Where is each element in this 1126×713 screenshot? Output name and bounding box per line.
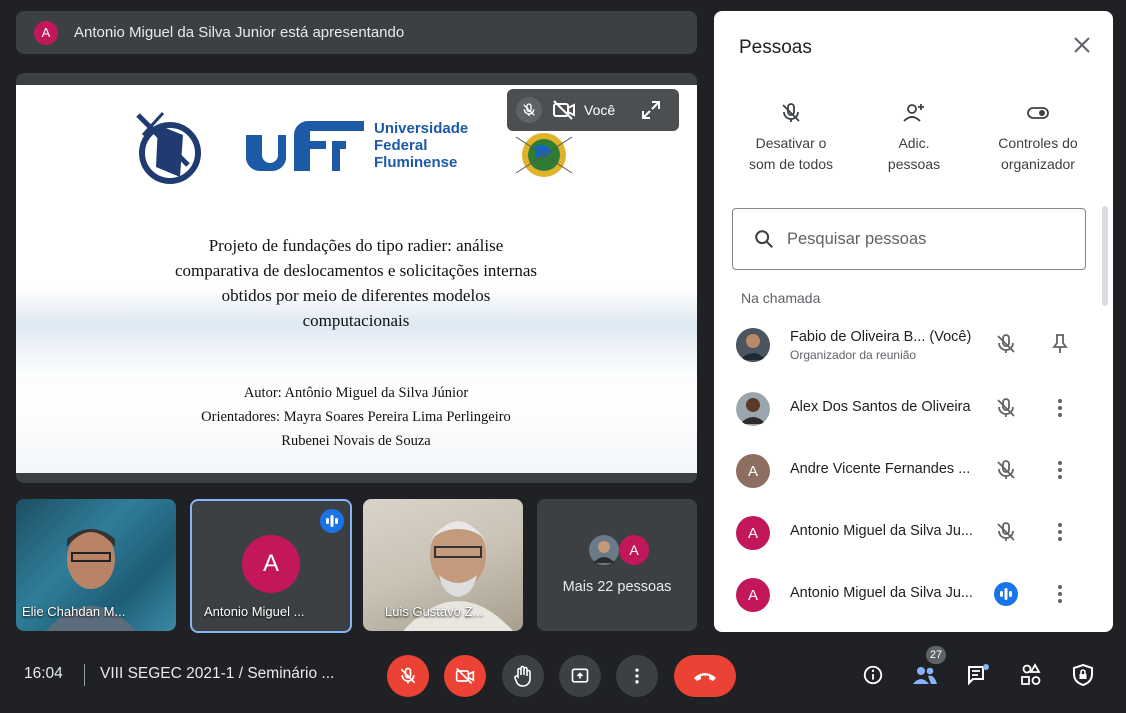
slide-advisors: Orientadores: Mayra Soares Pereira Lima … [201,409,511,425]
participant-avatar: A [736,516,770,550]
slide-author: Autor: Antônio Miguel da Silva Júnior [243,385,469,401]
search-input[interactable] [785,228,1069,250]
mic-off-icon[interactable] [994,332,1018,356]
search-icon [755,230,773,248]
presentation-area: Universidade Federal Fluminense Projeto … [16,73,697,483]
clock: 16:04 [24,665,63,682]
people-button[interactable] [912,662,938,688]
uff-mark-icon [246,120,364,171]
people-icon [913,667,937,684]
mic-toggle-button[interactable] [387,655,429,697]
close-icon[interactable] [1070,33,1094,57]
camera-off-icon [455,667,475,685]
more-vert-icon[interactable] [1048,582,1072,606]
people-count-badge: 27 [926,646,946,664]
add-person-icon [903,104,924,122]
slide-title: Projeto de fundações do tipo radier: aná… [174,236,538,330]
participant-avatar: A [242,535,300,593]
speaking-indicator-icon[interactable] [994,582,1018,606]
mic-off-icon[interactable] [994,458,1018,482]
add-people-button[interactable]: Adic. pessoas [854,101,974,175]
participant-name: Antonio Miguel da Silva Ju... [790,585,973,601]
participant-name: Andre Vicente Fernandes ... [790,461,971,477]
host-controls-icon-button[interactable] [1070,662,1096,688]
participant-avatar: A [736,454,770,488]
uff-logo: Universidade Federal Fluminense [246,120,468,171]
more-vert-icon[interactable] [1048,458,1072,482]
participant-photo [589,535,619,565]
participant-row[interactable]: Fabio de Oliveira B... (Você) Organizado… [714,313,1099,375]
meeting-details-button[interactable] [860,662,886,688]
panel-scrollbar[interactable] [1102,206,1108,306]
mic-off-icon [516,97,542,123]
hang-up-icon [694,673,716,681]
department-logo [128,105,216,187]
participant-tile[interactable]: Luis Gustavo Z... [363,499,523,631]
participant-avatar: A [619,535,649,565]
participant-tile-active[interactable]: A Antonio Miguel ... [190,499,352,633]
more-options-button[interactable] [616,655,658,697]
participant-name: Antonio Miguel ... [204,604,305,619]
mic-off-icon [782,103,800,122]
presenter-avatar: A [34,20,58,45]
camera-off-icon [553,100,575,120]
self-view-label: Você [584,102,616,118]
participant-row[interactable]: Alex Dos Santos de Oliveira [714,377,1099,439]
host-controls-button[interactable]: Controles do organizador [978,101,1098,175]
mic-off-icon[interactable] [994,520,1018,544]
globe-logo [515,133,573,177]
participant-row[interactable]: A Andre Vicente Fernandes ... [714,439,1099,501]
uff-line1: Universidade [374,120,469,137]
hand-icon [514,665,531,687]
participant-tile[interactable]: Elie Chahdan M... [16,499,176,631]
more-people-label: Mais 22 pessoas [562,579,672,595]
speaking-indicator-icon [320,509,344,533]
raise-hand-button[interactable] [502,655,544,697]
pin-icon[interactable] [1048,332,1072,356]
people-panel: Pessoas Desativar o som de todos Adic. p… [714,11,1113,632]
more-vert-icon [635,668,639,684]
toggle-icon [1027,107,1049,119]
mute-all-button[interactable]: Desativar o som de todos [731,101,851,175]
participant-photo [736,328,770,362]
info-icon [863,665,883,685]
more-participants-tile[interactable]: A Mais 22 pessoas [537,499,697,631]
meeting-name: VIII SEGEC 2021-1 / Seminário ... [100,665,335,682]
presenter-text: Antonio Miguel da Silva Junior está apre… [74,24,405,41]
participant-name: Elie Chahdan M... [22,604,126,619]
more-vert-icon[interactable] [1048,396,1072,420]
present-icon [571,668,589,683]
slide-advisor2: Rubenei Novais de Souza [281,433,431,449]
shield-lock-icon [1073,663,1093,687]
divider [84,664,85,686]
search-box[interactable] [732,208,1086,270]
activities-icon [1021,663,1041,685]
participant-photo [736,392,770,426]
presentation-slide: Universidade Federal Fluminense Projeto … [16,85,697,473]
present-screen-button[interactable] [559,655,601,697]
uff-line3: Fluminense [374,154,458,171]
mic-off-icon[interactable] [994,396,1018,420]
participant-role: Organizador da reunião [790,348,917,362]
more-vert-icon[interactable] [1048,520,1072,544]
expand-icon[interactable] [641,100,661,120]
activities-button[interactable] [1018,662,1044,688]
participant-avatar: A [736,578,770,612]
uff-line2: Federal [374,137,428,154]
participant-name: Alex Dos Santos de Oliveira [790,399,971,415]
participant-name: Antonio Miguel da Silva Ju... [790,523,973,539]
mic-off-icon [400,667,416,684]
in-call-heading: Na chamada [741,290,821,306]
leave-call-button[interactable] [674,655,736,697]
participant-name: Luis Gustavo Z... [385,604,484,619]
participant-row[interactable]: A Antonio Miguel da Silva Ju... [714,501,1099,563]
participant-name: Fabio de Oliveira B... (Você) [790,329,972,345]
presenter-banner: A Antonio Miguel da Silva Junior está ap… [16,11,697,54]
panel-title: Pessoas [739,37,812,58]
camera-toggle-button[interactable] [444,655,486,697]
self-view-overlay[interactable]: Você [507,89,679,131]
participant-row[interactable]: A Antonio Miguel da Silva Ju... [714,563,1099,625]
chat-button[interactable] [965,662,991,688]
chat-icon [968,664,989,686]
